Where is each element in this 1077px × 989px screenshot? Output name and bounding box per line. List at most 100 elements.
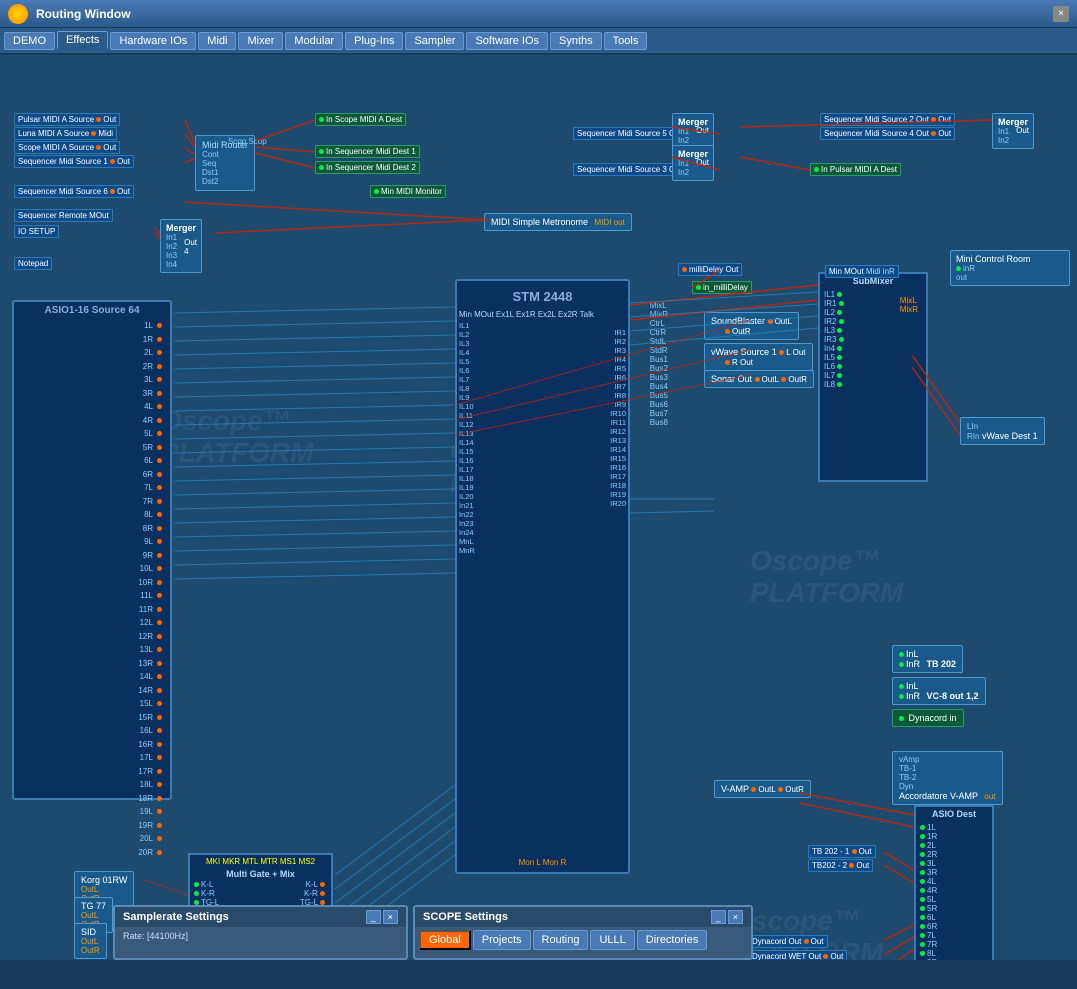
midi-router-ports: Scop Scop <box>228 137 267 146</box>
in-pulsar-midi-a-dest[interactable]: In Pulsar MIDI A Dest <box>810 163 901 176</box>
asio-dest-ports: 1L 1R 2L 2R 3L 3R 4L 4R 5L 5R 6L 6R 7L 7… <box>916 821 992 960</box>
submixer-block[interactable]: SubMixer IL1 IR1 IL2 IR2 IL3 IR3 In4 IL5… <box>818 272 928 482</box>
in-seq-midi-dest-2[interactable]: In Sequencer Midi Dest 2 <box>315 161 420 174</box>
in-port <box>319 149 324 154</box>
scope-dialog-title: SCOPE Settings _ × <box>415 907 751 927</box>
samplerate-minimize-button[interactable]: _ <box>366 910 381 924</box>
seq-midi-source-4[interactable]: Sequencer Midi Source 4 Out Out <box>820 127 955 140</box>
stm-right-ports: IR1IR2IR3IR4IR5 IR6IR7IR8IR9IR10 IR11IR1… <box>610 310 626 555</box>
tab-synths[interactable]: Synths <box>550 32 602 50</box>
min-midi-monitor[interactable]: Min MIDI Monitor <box>370 185 446 198</box>
seq-midi-source-1[interactable]: Sequencer Midi Source 1 Out <box>14 155 134 168</box>
merger-4[interactable]: Merger In1In2In3In4 Out4 <box>160 219 202 273</box>
scope-tab-projects[interactable]: Projects <box>473 930 531 950</box>
dynacord-wet-out[interactable]: Dynacord WET Out Out <box>748 950 847 960</box>
vc8-out[interactable]: InL InR VC-8 out 1,2 <box>892 677 986 705</box>
tab-demo[interactable]: DEMO <box>4 32 55 50</box>
out-l <box>768 319 773 324</box>
scope-minimize-button[interactable]: _ <box>711 910 726 924</box>
stm-output-labels: MixLMixRCtrLCtrRStdL StdRBus1Bus2Bus3Bus… <box>650 301 668 427</box>
tab-mixer[interactable]: Mixer <box>238 32 283 50</box>
vwave-source-1[interactable]: vWave Source 1 L Out R Out <box>704 343 813 371</box>
asio-ports: 1L 1R 2L 2R 3L 3R 4L 4R 5L 5R 6L 6R 7L 7… <box>14 319 170 859</box>
dynacord-out-port <box>804 939 809 944</box>
close-button[interactable]: × <box>1053 6 1069 22</box>
canvas-area: Oscope™PLATFORM Oscope™PLATFORM Oscope™P… <box>0 55 1077 960</box>
merger-3[interactable]: Merger In1In2 Out <box>992 113 1034 149</box>
in-milli-delay[interactable]: in_milliDelay <box>692 281 752 294</box>
out-l3 <box>755 377 760 382</box>
asio-block[interactable]: ASIO1-16 Source 64 1L 1R 2L 2R 3L 3R 4L … <box>12 300 172 800</box>
merger-1[interactable]: Merger In1In2 Out <box>672 113 714 149</box>
tab-modular[interactable]: Modular <box>285 32 343 50</box>
tb202-1-out-port <box>852 849 857 854</box>
multi-gate-ports-top: MKI MKR MTL MTR MS1 MS2 <box>190 855 331 868</box>
in-port <box>319 165 324 170</box>
mini-control-room[interactable]: Mini Control Room inR out <box>950 250 1070 286</box>
scope-tab-directories[interactable]: Directories <box>637 930 708 950</box>
out-port <box>682 267 687 272</box>
tab-software-ios[interactable]: Software IOs <box>466 32 548 50</box>
out-port <box>96 117 101 122</box>
in-scope-midi-a-dest[interactable]: In Scope MIDI A Dest <box>315 113 406 126</box>
in-seq-midi-dest-1[interactable]: In Sequencer Midi Dest 1 <box>315 145 420 158</box>
in-port <box>696 285 701 290</box>
in-port <box>814 167 819 172</box>
tab-plugins[interactable]: Plug-Ins <box>345 32 403 50</box>
scope-tab-global[interactable]: Global <box>419 930 471 950</box>
in-port <box>374 189 379 194</box>
seq-midi-source-2[interactable]: Sequencer Midi Source 2 Out Out <box>820 113 955 126</box>
tb202-2-out[interactable]: TB202 - 2 Out <box>808 859 873 872</box>
merger-2[interactable]: Merger In1In2 Out <box>672 145 714 181</box>
scope-midi-a-source[interactable]: Scope MIDI A Source Out <box>14 141 120 154</box>
vc8-inr <box>899 694 904 699</box>
out-r2 <box>725 360 730 365</box>
luna-midi-source[interactable]: Luna MIDI A Source Midi <box>14 127 117 140</box>
midi-simple-metronome[interactable]: MIDI Simple Metronome MIDI out <box>484 213 632 231</box>
title-bar: Routing Window × <box>0 0 1077 28</box>
stm-bottom-ports: Mon L Mon R <box>519 858 567 867</box>
asio-dest-block[interactable]: ASIO Dest 1L 1R 2L 2R 3L 3R 4L 4R 5L 5R … <box>914 805 994 960</box>
out-port <box>110 159 115 164</box>
scope-close-button[interactable]: × <box>728 910 743 924</box>
sonar-out[interactable]: Sonar Out OutL OutR <box>704 370 814 388</box>
accordatore-vamp[interactable]: vAmpTB-1TB-2Dyn Accordatore V-AMP out <box>892 751 1003 805</box>
vamp-outr <box>778 787 783 792</box>
samplerate-close-button[interactable]: × <box>383 910 398 924</box>
tb-202[interactable]: InL InR TB 202 <box>892 645 963 673</box>
milli-delay-out[interactable]: milliDelay Out <box>678 263 742 276</box>
dynacord-out[interactable]: Dynacord Out Out <box>748 935 828 948</box>
tab-hardware-ios[interactable]: Hardware IOs <box>110 32 196 50</box>
pulsar-midi-a-source[interactable]: Pulsar MIDI A Source Out <box>14 113 120 126</box>
app-icon <box>8 4 28 24</box>
dynacord-in[interactable]: Dynacord in <box>892 709 964 727</box>
out-r <box>725 329 730 334</box>
tab-midi[interactable]: Midi <box>198 32 236 50</box>
notepad[interactable]: Notepad <box>14 257 52 270</box>
tb202-inl <box>899 652 904 657</box>
v-amp[interactable]: V-AMP OutL OutR <box>714 780 811 798</box>
min-mout[interactable]: Min MOut Midi inR <box>825 265 899 278</box>
tb202-1-out[interactable]: TB 202 - 1 Out <box>808 845 876 858</box>
tab-tools[interactable]: Tools <box>604 32 648 50</box>
soundblaster[interactable]: SoundBlaster OutL OutR <box>704 312 799 340</box>
out-port <box>91 131 96 136</box>
out-port <box>96 145 101 150</box>
watermark-3: Oscope™PLATFORM <box>750 545 903 609</box>
out-r3 <box>781 377 786 382</box>
seq-midi-source-6[interactable]: Sequencer Midi Source 6 Out <box>14 185 134 198</box>
tab-sampler[interactable]: Sampler <box>405 32 464 50</box>
tab-effects[interactable]: Effects <box>57 31 108 50</box>
scope-tab-routing[interactable]: Routing <box>533 930 589 950</box>
stm-2448-block[interactable]: STM 2448 Min MOut Ex1L Ex1R Ex2L Ex2R Ta… <box>455 279 630 874</box>
scope-settings-dialog: SCOPE Settings _ × Global Projects Routi… <box>413 905 753 960</box>
out-port <box>931 131 936 136</box>
out-l2 <box>779 350 784 355</box>
scope-tab-ulll[interactable]: ULLL <box>590 930 634 950</box>
seq-remote-mout[interactable]: Sequencer Remote MOut <box>14 209 113 222</box>
watermark-1: Oscope™PLATFORM <box>160 405 313 469</box>
vwave-dest-1[interactable]: LInRIn vWave Dest 1 <box>960 417 1045 445</box>
sid[interactable]: SID OutLOutR <box>74 923 107 959</box>
io-setup[interactable]: IO SETUP <box>14 225 59 238</box>
asio-title: ASIO1-16 Source 64 <box>14 302 170 319</box>
